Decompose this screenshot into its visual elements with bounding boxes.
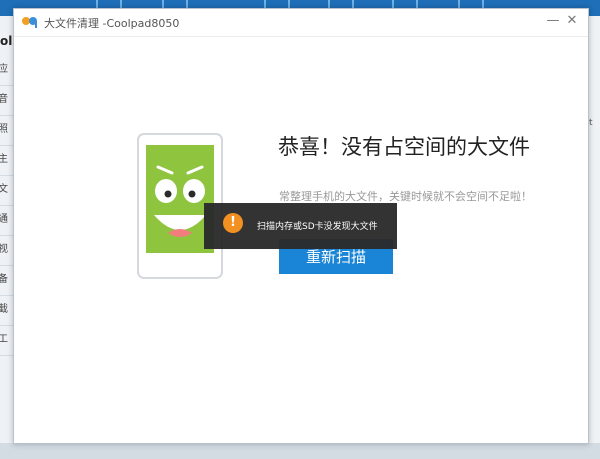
toast-message: 扫描内存或SD卡没发现大文件 [257,222,378,232]
sidebar-item[interactable]: 应 [0,55,14,86]
sidebar-item[interactable]: 备 [0,265,14,296]
background-app-statusbar [0,443,600,459]
sidebar-item[interactable]: 照 [0,115,14,146]
sidebar-item[interactable]: 截 [0,295,14,326]
warning-icon: ! [223,213,243,233]
sidebar-item[interactable]: 通 [0,205,14,236]
dialog-titlebar[interactable]: 大文件清理 -Coolpad8050 — ✕ [14,9,588,37]
sidebar-item[interactable]: 音 [0,85,14,116]
sidebar-item[interactable]: 文 [0,175,14,206]
sidebar-item[interactable]: 工 [0,325,14,356]
result-headline: 恭喜！没有占空间的大文件 [278,135,530,159]
close-button[interactable]: ✕ [565,13,579,29]
minimize-button[interactable]: — [546,13,560,29]
dialog-title: 大文件清理 -Coolpad8050 [44,17,180,30]
background-app-right-panel [588,16,600,459]
scan-result-toast: ! 扫描内存或SD卡没发现大文件 [204,203,397,249]
sidebar-item[interactable]: 主 [0,145,14,176]
result-subline: 常整理手机的大文件，关键时候就不会空间不足啦！ [279,190,532,203]
app-logo-icon [22,17,37,28]
sidebar-item[interactable]: 视 [0,235,14,266]
background-app-right-text: t [589,118,593,128]
large-file-cleanup-dialog: 大文件清理 -Coolpad8050 — ✕ 恭喜！没有占空间的大文件 常整理手… [13,8,589,444]
